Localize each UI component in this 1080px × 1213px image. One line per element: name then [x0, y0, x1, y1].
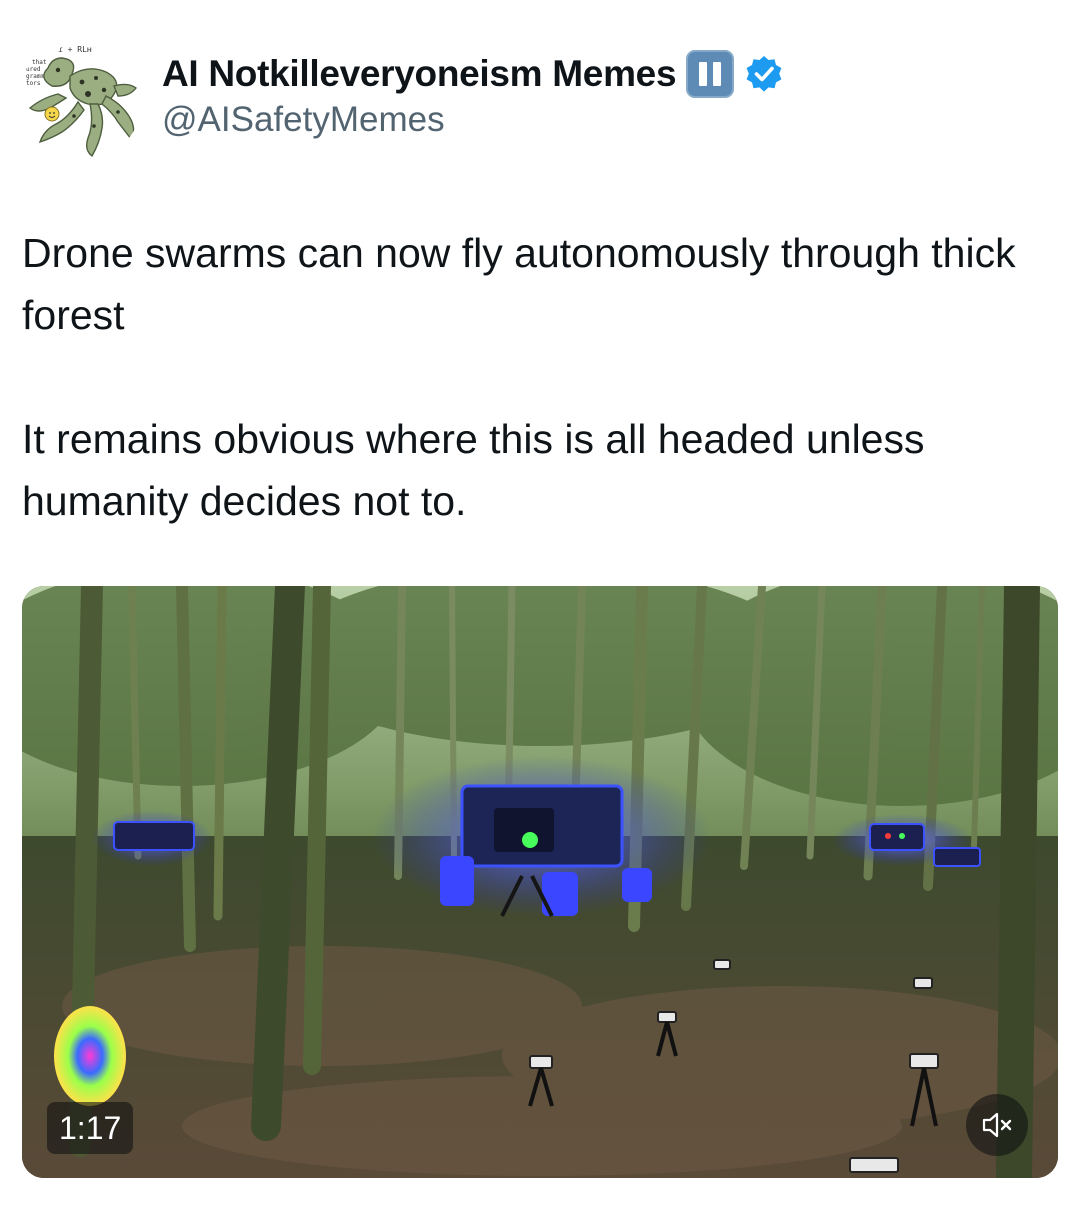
video-duration: 1:17 — [47, 1102, 134, 1154]
tweet-paragraph: It remains obvious where this is all hea… — [22, 416, 925, 524]
video-frame — [22, 586, 1058, 1178]
avatar[interactable]: ɾ + RLʜ that ured gramming tors — [18, 38, 142, 162]
svg-text:that: that — [32, 59, 47, 66]
author-name-row: AI Notkilleveryoneism Memes — [162, 50, 784, 98]
author-handle[interactable]: @AISafetyMemes — [162, 100, 445, 140]
video-player[interactable]: 1:17 — [22, 586, 1058, 1178]
thermal-overlay — [54, 1006, 126, 1106]
drone-main — [372, 756, 712, 917]
octopus-shoggoth-avatar: ɾ + RLʜ that ured gramming tors — [18, 38, 142, 162]
speaker-muted-icon — [982, 1112, 1012, 1138]
pause-emoji-icon — [686, 50, 735, 98]
tweet-paragraph: Drone swarms can now fly autonomously th… — [22, 230, 1016, 338]
tweet-text: Drone swarms can now fly autonomously th… — [22, 222, 1052, 532]
verified-badge-icon[interactable] — [744, 54, 784, 94]
svg-text:tors: tors — [26, 80, 41, 87]
author-display-name[interactable]: AI Notkilleveryoneism Memes — [162, 53, 677, 95]
svg-text:ɾ + RLʜ: ɾ + RLʜ — [58, 45, 92, 54]
svg-text:ured: ured — [26, 66, 41, 73]
mute-button[interactable] — [966, 1094, 1028, 1156]
drone-left — [92, 810, 212, 866]
